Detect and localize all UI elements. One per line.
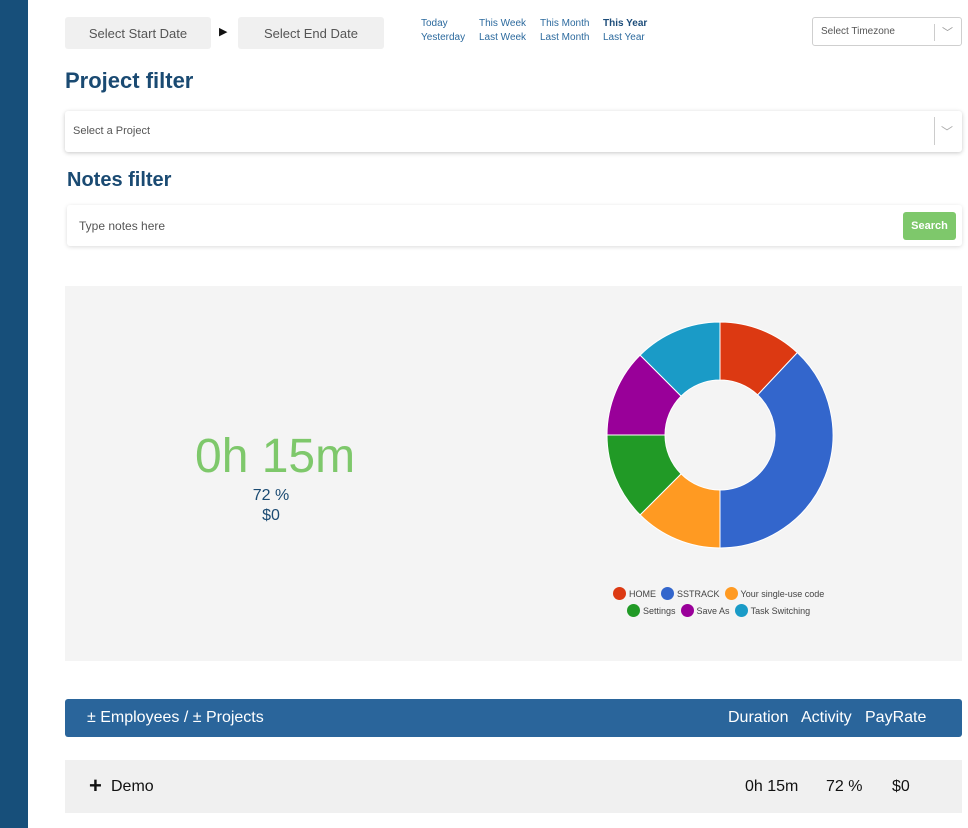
row-name: Demo [111,778,154,795]
total-activity: 72 % [252,487,290,504]
legend-item[interactable]: Your single-use code [724,587,825,600]
header-payrate: PayRate [865,709,927,726]
table-header: ± Employees / ± Projects Duration Activi… [65,699,962,737]
project-filter-heading: Project filter [65,68,194,93]
quick-range-this-year[interactable]: This Year [603,18,647,29]
legend-label: SSTRACK [677,588,720,599]
quick-range-this-month[interactable]: This Month [540,18,589,29]
search-button[interactable]: Search [903,212,956,240]
notes-filter-box: Search [67,205,962,246]
legend-item[interactable]: SSTRACK [661,587,720,600]
chevron-down-icon: ﹀ [942,27,953,39]
row-duration: 0h 15m [745,778,799,795]
legend-label: Save As [696,605,730,616]
quick-range-last-week[interactable]: Last Week [479,32,526,43]
header-activity: Activity [801,709,852,726]
legend-label: Task Switching [750,605,811,616]
legend-swatch-3 [627,604,640,617]
row-activity: 72 % [826,778,863,795]
total-time: 0h 15m [195,430,356,483]
header-duration: Duration [728,709,789,726]
legend-label: HOME [629,588,656,599]
quick-range-last-year[interactable]: Last Year [603,32,645,43]
expand-plus-icon[interactable]: + [89,775,102,797]
summary-panel: 0h 15m 72 % $0 HOME SSTRACK Your single-… [65,286,962,661]
timezone-separator [934,24,935,41]
legend-swatch-0 [613,587,626,600]
legend-swatch-1 [661,587,674,600]
notes-input[interactable] [67,205,897,246]
chart-legend-row-2: Settings Save As Task Switching [627,604,815,617]
quick-range-last-month[interactable]: Last Month [540,32,589,43]
quick-range-yesterday[interactable]: Yesterday [421,32,465,43]
date-range-arrow-icon: ▶ [219,26,228,38]
timezone-select[interactable]: Select Timezone ﹀ [812,17,962,46]
donut-chart [606,321,834,549]
project-select-separator [934,117,935,145]
chart-legend-row-1: HOME SSTRACK Your single-use code [613,587,829,600]
legend-item[interactable]: HOME [613,587,656,600]
legend-item[interactable]: Settings [627,604,676,617]
timezone-placeholder: Select Timezone [821,26,895,37]
quick-range-this-week[interactable]: This Week [479,18,526,29]
end-date-button[interactable]: Select End Date [238,17,384,49]
legend-swatch-4 [680,604,694,617]
legend-label: Your single-use code [740,588,825,599]
project-select-placeholder: Select a Project [73,125,151,137]
legend-swatch-2 [724,587,738,600]
table-row[interactable]: + Demo 0h 15m 72 % $0 [65,760,962,813]
legend-label: Settings [643,605,676,616]
legend-swatch-5 [734,604,748,617]
header-employees-projects[interactable]: ± Employees / ± Projects [87,709,264,727]
project-select[interactable]: Select a Project ﹀ [65,111,962,152]
sidebar [0,0,28,828]
total-pay: $0 [262,507,280,524]
chevron-down-icon: ﹀ [940,125,953,139]
legend-item[interactable]: Save As [680,604,730,617]
row-payrate: $0 [892,778,910,795]
quick-range-today[interactable]: Today [421,18,448,29]
notes-filter-heading: Notes filter [67,169,172,191]
start-date-button[interactable]: Select Start Date [65,17,211,49]
legend-item[interactable]: Task Switching [734,604,811,617]
